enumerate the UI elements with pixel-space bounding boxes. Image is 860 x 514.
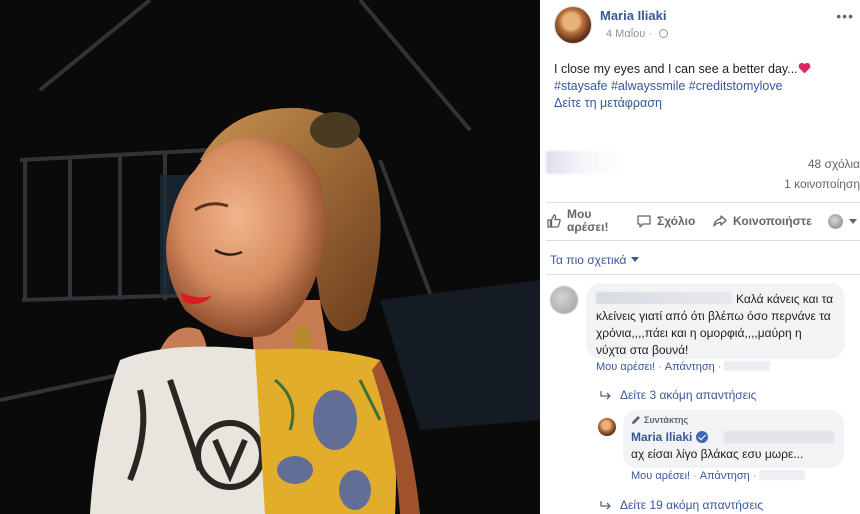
comment-button[interactable]: Σχόλιο — [636, 204, 695, 238]
comment-sort-dropdown[interactable]: Τα πιο σχετικά — [550, 253, 639, 267]
share-label: Κοινοποιήστε — [733, 214, 812, 228]
comment-label: Σχόλιο — [657, 214, 696, 228]
reply-author-text: Maria Iliaki — [631, 430, 693, 444]
post-text: I close my eyes and I can see a better d… — [554, 62, 798, 76]
photo-image — [0, 0, 540, 514]
divider — [546, 202, 860, 203]
reply-actions: Μου αρέσει! · Απάντηση · — [631, 470, 806, 482]
post-header: Maria Iliaki 4 Μαΐου · ••• — [554, 6, 854, 46]
author-avatar[interactable] — [554, 6, 592, 44]
commenter-name-redacted[interactable] — [596, 292, 732, 304]
post-date[interactable]: 4 Μαΐου — [606, 28, 645, 40]
comment-count[interactable]: 48 σχόλια — [808, 157, 860, 171]
view-more-replies-1[interactable]: Δείτε 3 ακόμη απαντήσεις — [600, 388, 756, 402]
post-meta: 4 Μαΐου · — [606, 28, 669, 40]
post-photo[interactable] — [0, 0, 540, 514]
like-label-line1: Μου — [567, 207, 592, 221]
reply-arrow-icon — [600, 391, 611, 400]
pencil-icon — [632, 416, 640, 424]
globe-icon — [659, 29, 669, 38]
post-body: I close my eyes and I can see a better d… — [554, 61, 849, 112]
view-more-replies-label: Δείτε 3 ακόμη απαντήσεις — [620, 388, 757, 402]
ellipsis-icon[interactable]: ••• — [836, 8, 854, 24]
comment-reply-link[interactable]: Απάντηση — [665, 361, 715, 373]
like-button[interactable]: Μου αρέσει! — [546, 204, 608, 238]
mentioned-name-redacted[interactable] — [724, 431, 834, 443]
reply-text: αχ είσαι λίγο βλάκας εσυ μωρε... — [631, 447, 804, 461]
comment-like-link[interactable]: Μου αρέσει! — [596, 361, 655, 373]
share-icon — [713, 215, 727, 227]
view-more-replies-label: Δείτε 19 ακόμη απαντήσεις — [620, 498, 764, 512]
post-hashtags[interactable]: #staysafe #alwayssmile #creditstomylove — [554, 79, 783, 93]
like-label-line2: αρέσει! — [567, 220, 609, 234]
author-badge: Συντάκτης — [631, 415, 688, 425]
comment-bubble: Καλά κάνεις και τα κλείνεις γιατί από ότ… — [586, 283, 845, 359]
sort-label: Τα πιο σχετικά — [550, 253, 627, 267]
reply-author-name[interactable]: Maria Iliaki — [631, 430, 709, 444]
divider — [546, 240, 860, 241]
action-bar: Μου αρέσει! Σχόλιο Κοινοποιήστε — [546, 204, 860, 238]
divider — [546, 274, 860, 275]
author-badge-label: Συντάκτης — [644, 415, 689, 425]
share-count[interactable]: 1 κοινοποίηση — [784, 177, 860, 191]
verified-check-icon — [696, 431, 709, 443]
comment-actions: Μου αρέσει! · Απάντηση · — [596, 361, 771, 373]
identity-avatar — [828, 213, 843, 229]
view-more-replies-2[interactable]: Δείτε 19 ακόμη απαντήσεις — [600, 498, 763, 512]
identity-selector[interactable] — [828, 204, 857, 238]
comment-icon — [637, 215, 651, 228]
reply-arrow-icon — [600, 501, 611, 510]
caret-down-icon — [849, 218, 857, 224]
post-side-panel: Maria Iliaki 4 Μαΐου · ••• I close my ey… — [540, 0, 860, 514]
comment-time-redacted — [724, 361, 771, 371]
reply-author-avatar[interactable] — [598, 418, 616, 436]
reply-like-link[interactable]: Μου αρέσει! — [631, 470, 690, 482]
heart-emoji-icon — [798, 62, 811, 74]
author-name[interactable]: Maria Iliaki — [600, 8, 666, 23]
thumbs-up-icon — [547, 214, 561, 228]
caret-down-icon — [630, 257, 639, 262]
reply-reply-link[interactable]: Απάντηση — [700, 470, 750, 482]
reply-bubble: Συντάκτης Maria Iliaki αχ είσαι λίγο βλά… — [623, 410, 844, 468]
reactions-summary[interactable] — [546, 151, 628, 174]
reply-time-redacted — [759, 470, 806, 480]
translate-link[interactable]: Δείτε τη μετάφραση — [554, 96, 662, 110]
share-button[interactable]: Κοινοποιήστε — [712, 204, 812, 238]
commenter-avatar[interactable] — [550, 286, 578, 314]
